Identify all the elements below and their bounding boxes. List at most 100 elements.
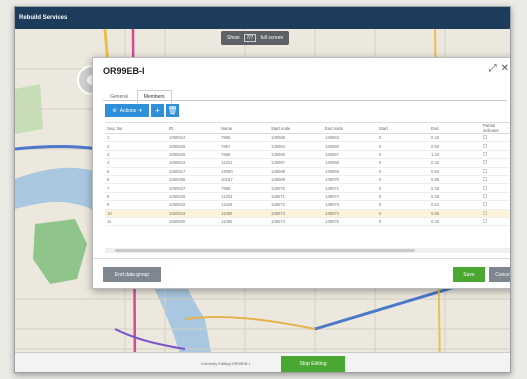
table-row[interactable]: 9 1060632 11326 139072 139073 0 0.51: [105, 200, 510, 210]
table-row[interactable]: 3 1060526 7968 139065 139067 0 1.34: [105, 150, 510, 160]
partial-checkbox[interactable]: [483, 151, 487, 156]
status-bar: Currently Editing OR99EB-I Stop Editing: [15, 352, 510, 372]
gear-icon: ⚙: [112, 107, 117, 114]
tab-general[interactable]: General: [103, 90, 135, 104]
table-cell: 1060620: [167, 217, 219, 227]
actions-toolbar: ⚙ Actions ▾ + 🗑: [105, 104, 179, 117]
table-cell: 139073: [269, 209, 323, 218]
dialog-tabs: General Members: [103, 90, 172, 104]
partial-checkbox[interactable]: [483, 135, 487, 140]
dialog-title: OR99EB-I: [103, 66, 145, 76]
table-cell: 139070: [269, 183, 323, 193]
partial-checkbox[interactable]: [483, 177, 487, 182]
table-cell: 139068: [323, 158, 377, 168]
table-cell: 1060625: [167, 192, 219, 202]
expand-icon[interactable]: ⤢: [489, 63, 497, 74]
actions-button[interactable]: ⚙ Actions ▾: [105, 104, 149, 117]
col-start-node[interactable]: Start node: [269, 123, 323, 134]
col-id[interactable]: ID: [167, 123, 219, 134]
table-cell: 11390: [219, 217, 269, 227]
col-name[interactable]: Name: [219, 123, 269, 134]
table-cell: [481, 141, 510, 151]
table-cell: [481, 150, 510, 160]
table-body: 1 1060524 7966 139066 139064 0 0.42 2 1060525 796…: [105, 133, 510, 227]
partial-checkbox[interactable]: [483, 219, 487, 224]
partial-checkbox[interactable]: [483, 210, 487, 215]
table-cell: 139075: [323, 217, 377, 227]
col-start[interactable]: Start: [377, 123, 429, 134]
table-cell: [481, 133, 510, 143]
table-row[interactable]: 10 1060618 11390 139073 139074 0 0.56: [105, 209, 510, 218]
table-cell: 7966: [219, 133, 269, 143]
table-row[interactable]: 7 1060537 7969 139070 139071 0 0.35: [105, 183, 510, 193]
table-cell: 11390: [219, 209, 269, 218]
table-cell: 139069: [269, 175, 323, 185]
table-row[interactable]: 6 1060265 10167 139069 139070 0 0.96: [105, 175, 510, 185]
save-button[interactable]: Save: [453, 267, 485, 282]
partial-checkbox[interactable]: [483, 143, 487, 148]
tab-divider: [103, 100, 507, 101]
table-cell: 7968: [219, 150, 269, 160]
table-cell: 0: [377, 200, 429, 210]
table-cell: 9: [105, 200, 167, 210]
partial-checkbox[interactable]: [483, 160, 487, 165]
partial-checkbox[interactable]: [483, 168, 487, 173]
table-cell: 0.35: [429, 183, 481, 193]
table-cell: 139067: [269, 158, 323, 168]
table-row[interactable]: 5 1060617 13090 139068 139069 0 0.94: [105, 167, 510, 176]
table-cell: [481, 217, 510, 227]
table-cell: 7967: [219, 141, 269, 151]
table-cell: [481, 183, 510, 193]
delete-button[interactable]: 🗑: [166, 104, 179, 117]
table-row[interactable]: 2 1060525 7967 139064 139065 0 0.94: [105, 141, 510, 151]
plus-icon: +: [155, 106, 160, 115]
col-end[interactable]: End: [429, 123, 481, 134]
status-text: Currently Editing OR99EB-I: [201, 361, 250, 366]
table-cell: 0: [377, 183, 429, 193]
table-row[interactable]: 8 1060625 11202 139071 139072 0 0.35: [105, 192, 510, 202]
horizontal-scrollbar[interactable]: [105, 248, 510, 253]
table-cell: 10: [105, 209, 167, 218]
col-partial[interactable]: Partial indicator: [481, 123, 510, 134]
table-cell: 0.42: [429, 217, 481, 227]
table-cell: 139072: [269, 200, 323, 210]
table-cell: 139074: [323, 209, 377, 218]
map-toolbar[interactable]: Show 7/7 full screen: [221, 31, 290, 45]
table-cell: 1060617: [167, 167, 219, 176]
partial-checkbox[interactable]: [483, 193, 487, 198]
table-cell: 0.51: [429, 200, 481, 210]
col-seq[interactable]: Seq. No: [105, 123, 167, 134]
add-button[interactable]: +: [151, 104, 164, 117]
table-cell: 139069: [323, 167, 377, 176]
table-cell: [481, 167, 510, 176]
table-cell: [481, 209, 510, 218]
table-cell: 1060618: [167, 209, 219, 218]
map-toolbar-fullscreen[interactable]: full screen: [260, 35, 283, 41]
end-data-group-button[interactable]: End data group: [103, 267, 161, 282]
table-cell: 0: [377, 175, 429, 185]
table-cell: 7969: [219, 183, 269, 193]
col-end-node[interactable]: End node: [323, 123, 377, 134]
partial-checkbox[interactable]: [483, 202, 487, 207]
members-dialog: OR99EB-I ⤢ ✕ General Members ⚙ Actions ▾…: [92, 57, 510, 289]
table-cell: 1060525: [167, 141, 219, 151]
table-cell: 6: [105, 175, 167, 185]
table-cell: 139073: [323, 200, 377, 210]
table-cell: 0: [377, 133, 429, 143]
close-icon[interactable]: ✕: [501, 63, 509, 74]
table-cell: 139071: [323, 183, 377, 193]
map-toolbar-count: 7/7: [243, 34, 257, 42]
table-row[interactable]: 1 1060524 7966 139066 139064 0 0.42: [105, 133, 510, 143]
table-cell: 0: [377, 192, 429, 202]
cancel-button[interactable]: Cancel: [489, 267, 510, 282]
tab-members[interactable]: Members: [136, 90, 172, 104]
table-row[interactable]: 11 1060620 11390 139074 139075 0 0.42: [105, 217, 510, 227]
table-cell: 139071: [269, 192, 323, 202]
table-cell: 13090: [219, 167, 269, 176]
table-cell: 7: [105, 183, 167, 193]
table-cell: 8: [105, 192, 167, 202]
table-cell: 139065: [323, 141, 377, 151]
partial-checkbox[interactable]: [483, 185, 487, 190]
stop-editing-button[interactable]: Stop Editing: [281, 356, 345, 372]
table-row[interactable]: 4 1060619 11201 139067 139068 0 0.32: [105, 158, 510, 168]
